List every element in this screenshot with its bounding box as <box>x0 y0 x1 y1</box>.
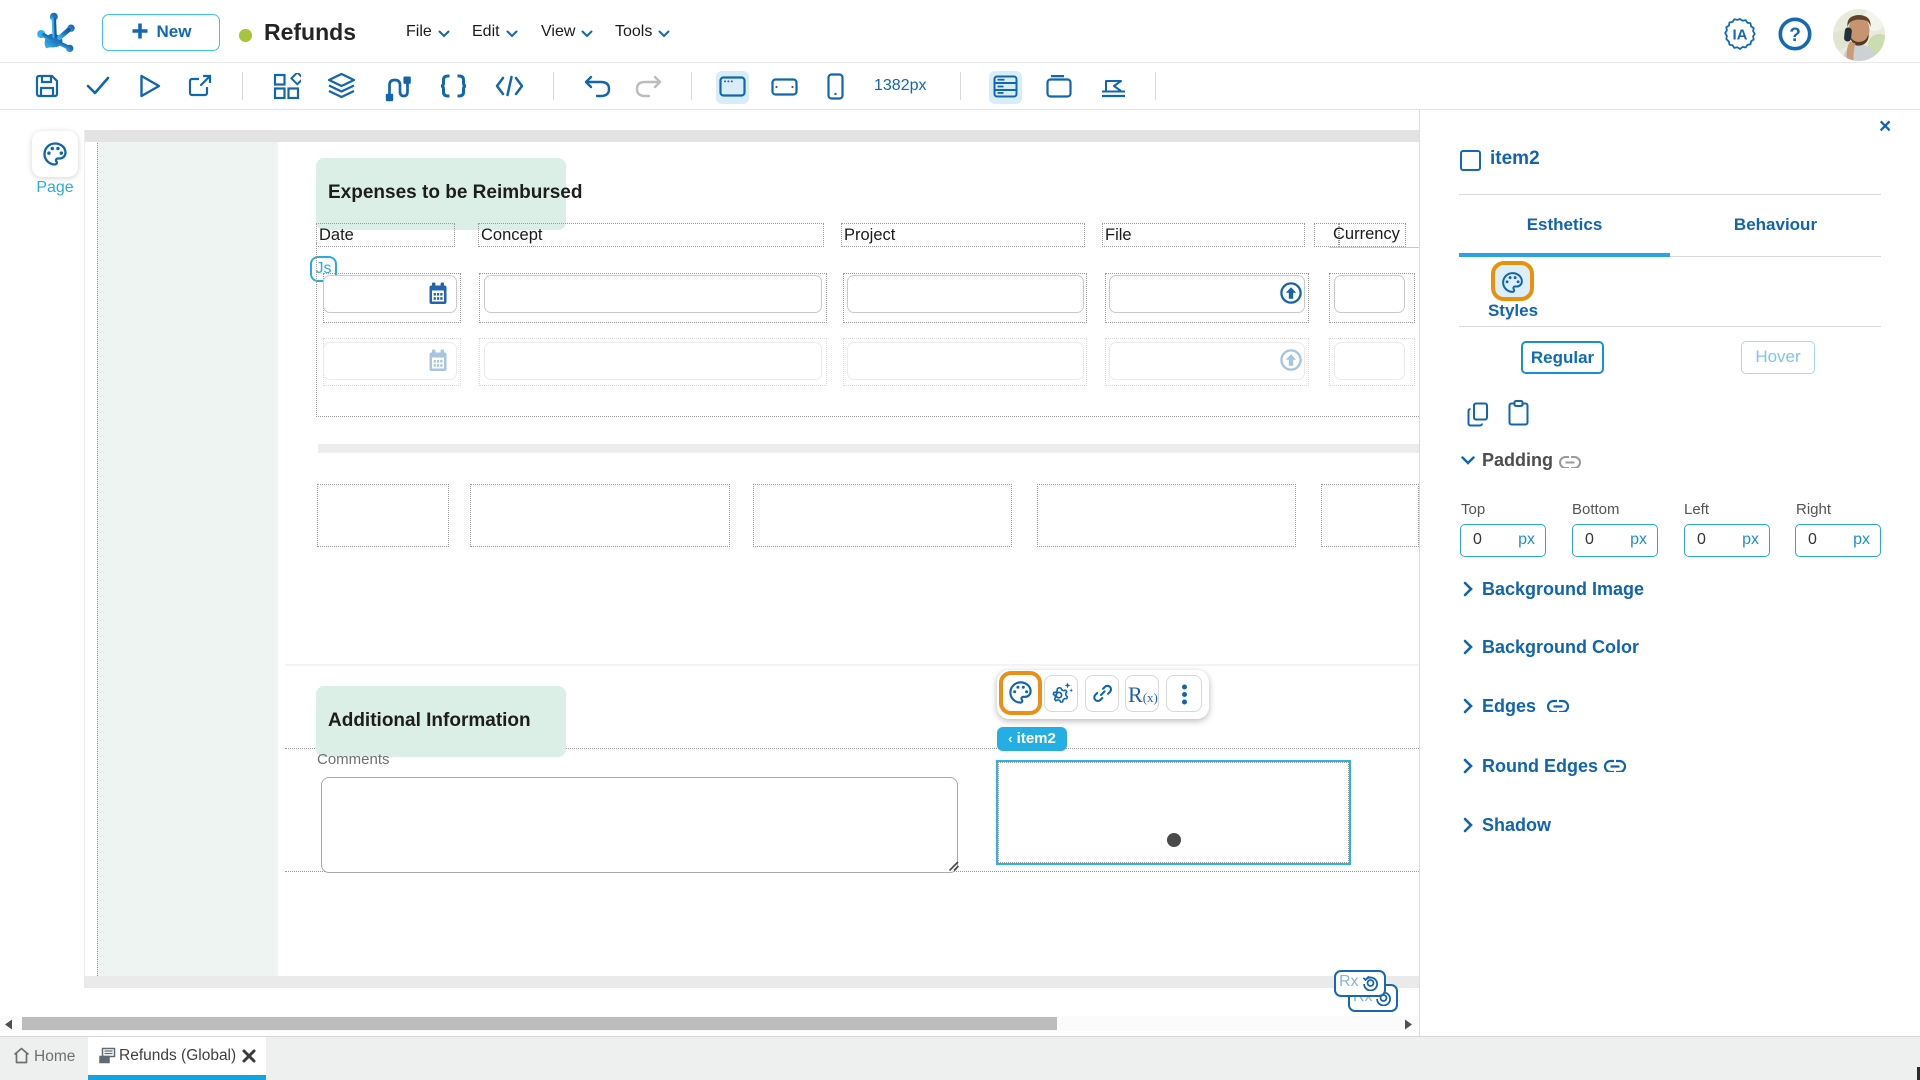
svg-text:?: ? <box>1789 25 1801 46</box>
svg-text:IA: IA <box>1733 27 1748 44</box>
